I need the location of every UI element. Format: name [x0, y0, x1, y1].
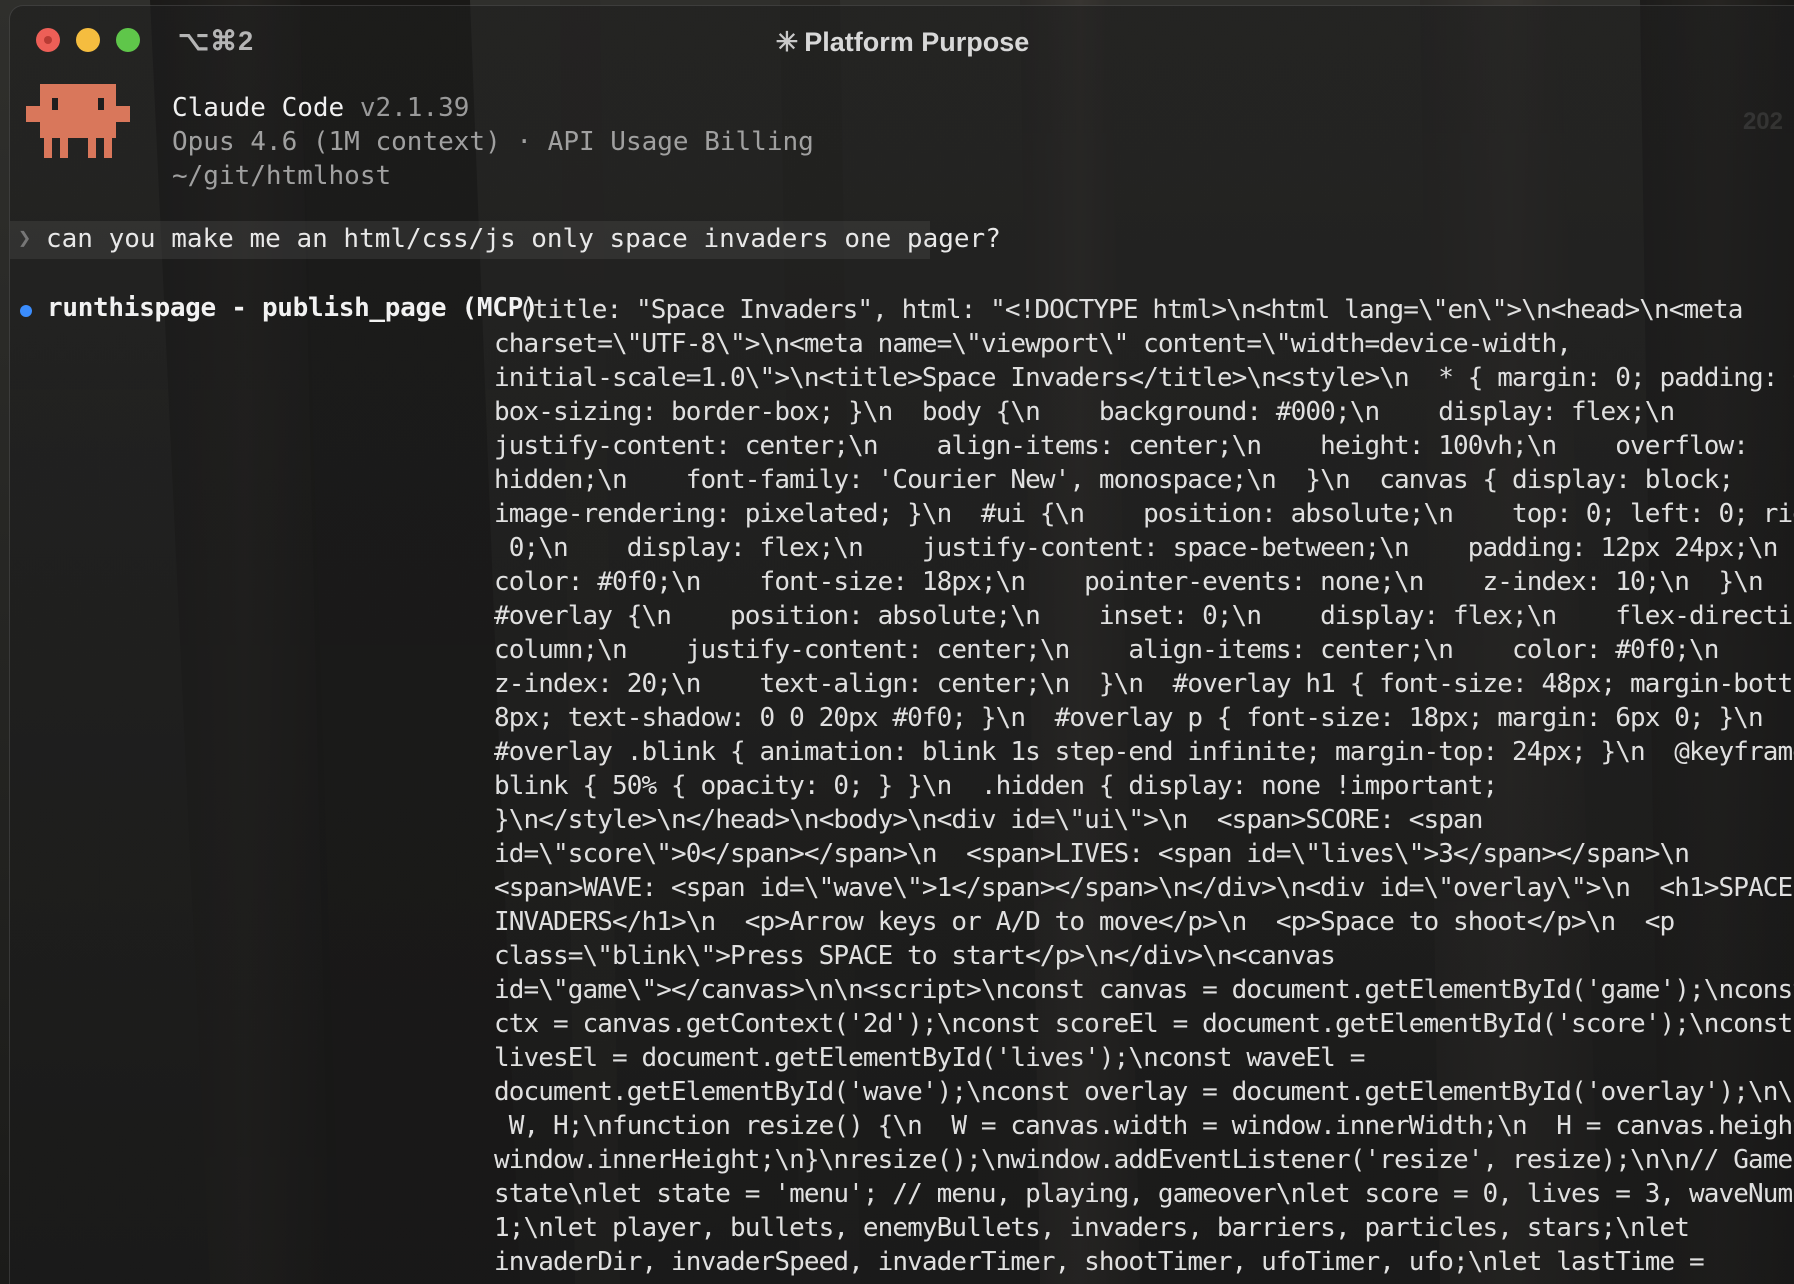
argument-line: class=\"blink\">Press SPACE to start</p>…: [494, 941, 1336, 971]
app-name-line: Claude Code v2.1.39: [172, 93, 469, 123]
argument-line: z-index: 20;\n text-align: center;\n }\n…: [494, 669, 1794, 699]
argument-line: initial-scale=1.0\">\n<title>Space Invad…: [494, 363, 1794, 393]
background-watermark: 202: [1742, 108, 1783, 135]
argument-line: <span>WAVE: <span id=\"wave\">1</span></…: [494, 873, 1793, 903]
argument-line: 8px; text-shadow: 0 0 20px #0f0; }\n #ov…: [494, 703, 1764, 733]
argument-line: ctx = canvas.getContext('2d');\nconst sc…: [494, 1009, 1793, 1039]
tool-call-name: runthispage - publish_page (MCP): [47, 293, 539, 323]
session-header: Claude Code v2.1.39 Opus 4.6 (1M context…: [10, 78, 1794, 198]
argument-line: charset=\"UTF-8\">\n<meta name=\"viewpor…: [494, 329, 1572, 359]
prompt-chevron-icon: ❯: [18, 226, 32, 251]
argument-line: 0;\n display: flex;\n justify-content: s…: [494, 533, 1779, 563]
terminal-window: ⌥⌘2 ✳ Platform Purpose Claude Code v2.1.3…: [9, 5, 1794, 1284]
claude-code-mascot-icon: [26, 84, 130, 158]
argument-line: #overlay .blink { animation: blink 1s st…: [494, 737, 1794, 767]
argument-line: W, H;\nfunction resize() {\n W = canvas.…: [494, 1111, 1794, 1141]
asterisk-icon: ✳: [775, 27, 799, 57]
argument-line: id=\"game\"></canvas>\n\n<script>\nconst…: [494, 975, 1794, 1005]
argument-line: #overlay {\n position: absolute;\n inset…: [494, 601, 1794, 631]
argument-line: 1;\nlet player, bullets, enemyBullets, i…: [494, 1213, 1690, 1243]
argument-line: invaderDir, invaderSpeed, invaderTimer, …: [494, 1247, 1705, 1277]
argument-line: }\n</style>\n</head>\n<body>\n<div id=\"…: [494, 805, 1483, 835]
argument-line: color: #0f0;\n font-size: 18px;\n pointe…: [494, 567, 1764, 597]
argument-line: box-sizing: border-box; }\n body {\n bac…: [494, 397, 1675, 427]
argument-line: livesEl = document.getElementById('lives…: [494, 1043, 1365, 1073]
argument-line: (title: "Space Invaders", html: "<!DOCTY…: [518, 295, 1743, 325]
app-version: v2.1.39: [359, 93, 470, 123]
model-billing-line: Opus 4.6 (1M context) · API Usage Billin…: [172, 127, 814, 157]
working-directory: ~/git/htmlhost: [172, 161, 392, 191]
argument-line: document.getElementById('wave');\nconst …: [494, 1077, 1794, 1107]
argument-line: state\nlet state = 'menu'; // menu, play…: [494, 1179, 1794, 1209]
tool-call-arguments: (title: "Space Invaders", html: "<!DOCTY…: [494, 293, 1794, 1279]
argument-line: blink { 50% { opacity: 0; } }\n .hidden …: [494, 771, 1498, 801]
argument-line: image-rendering: pixelated; }\n #ui {\n …: [494, 499, 1794, 529]
argument-line: column;\n justify-content: center;\n ali…: [494, 635, 1719, 665]
argument-line: window.innerHeight;\n}\nresize();\nwindo…: [494, 1145, 1793, 1175]
argument-line: id=\"score\">0</span></span>\n <span>LIV…: [494, 839, 1690, 869]
user-prompt: ❯ can you make me an html/css/js only sp…: [10, 221, 1001, 259]
argument-line: hidden;\n font-family: 'Courier New', mo…: [494, 465, 1734, 495]
argument-line: justify-content: center;\n align-items: …: [494, 431, 1749, 461]
tool-status-dot-icon: [20, 305, 32, 317]
window-title-text: Platform Purpose: [804, 27, 1030, 57]
window-title: ✳ Platform Purpose: [10, 27, 1794, 58]
title-bar[interactable]: ⌥⌘2 ✳ Platform Purpose: [10, 6, 1794, 78]
argument-line: INVADERS</h1>\n <p>Arrow keys or A/D to …: [494, 907, 1675, 937]
user-prompt-text: can you make me an html/css/js only spac…: [46, 224, 1001, 254]
app-name: Claude Code: [172, 93, 345, 123]
